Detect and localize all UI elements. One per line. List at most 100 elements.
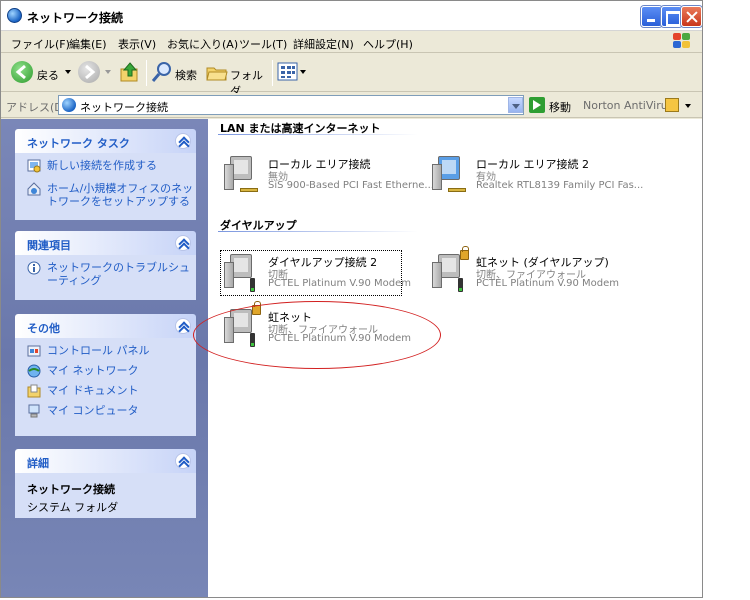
network-tasks-title: ネットワーク タスク bbox=[27, 137, 130, 150]
home-network-setup-link[interactable]: ホーム/小規模オフィスのネットワークをセットアップする bbox=[15, 182, 196, 208]
maximize-button[interactable] bbox=[661, 6, 682, 27]
firewall-lock-icon bbox=[460, 246, 469, 260]
task-pane: ネットワーク タスク 新しい接続を作成する ホーム/小規模オフィスのネットワーク… bbox=[1, 119, 208, 597]
search-button[interactable]: 検索 bbox=[151, 61, 201, 85]
windows-logo-icon bbox=[673, 33, 691, 50]
menu-help[interactable]: ヘルプ(H) bbox=[363, 36, 413, 52]
connection-device: PCTEL Platinum V.90 Modem bbox=[476, 278, 620, 289]
create-connection-link[interactable]: 新しい接続を作成する bbox=[15, 159, 196, 179]
dialup-firewall-computer-icon bbox=[430, 246, 470, 294]
back-dropdown-icon[interactable] bbox=[65, 70, 71, 74]
control-panel-label: コントロール パネル bbox=[47, 344, 150, 357]
lan-connection-item[interactable]: ローカル エリア接続 無効 SiS 900-Based PCI Fast Eth… bbox=[222, 154, 434, 196]
my-computer-link[interactable]: マイ コンピュータ bbox=[15, 404, 196, 424]
toolbar: 戻る 検索 フォルダ bbox=[1, 54, 702, 98]
dialup-firewall-computer-icon bbox=[222, 301, 262, 349]
connection-device: PCTEL Platinum V.90 Modem bbox=[268, 333, 412, 344]
address-value: ネットワーク接続 bbox=[80, 101, 168, 114]
collapse-chevron-icon[interactable] bbox=[175, 133, 191, 149]
details-header[interactable]: 詳細 bbox=[15, 449, 196, 473]
other-places-title: その他 bbox=[27, 322, 60, 335]
other-places-header[interactable]: その他 bbox=[15, 314, 196, 338]
up-folder-button[interactable] bbox=[119, 61, 141, 85]
my-network-label: マイ ネットワーク bbox=[47, 364, 139, 377]
connections-list: LAN または高速インターネット ローカル エリア接続 無効 SiS 900-B… bbox=[208, 119, 702, 597]
network-tasks-body: 新しい接続を作成する ホーム/小規模オフィスのネットワークをセットアップする bbox=[15, 153, 196, 220]
toolbar-separator bbox=[272, 60, 273, 86]
dialup-computer-icon bbox=[222, 252, 262, 294]
network-tasks-header[interactable]: ネットワーク タスク bbox=[15, 129, 196, 153]
views-icon bbox=[277, 62, 298, 81]
menu-favorites[interactable]: お気に入り(A) bbox=[167, 36, 238, 52]
details-name: ネットワーク接続 bbox=[27, 483, 115, 496]
menu-advanced[interactable]: 詳細設定(N) bbox=[293, 36, 354, 52]
minimize-button[interactable] bbox=[641, 6, 662, 27]
go-button[interactable]: 移動 bbox=[549, 99, 571, 115]
troubleshooting-label: ネットワークのトラブルシューティング bbox=[47, 261, 190, 287]
create-connection-label: 新しい接続を作成する bbox=[47, 159, 157, 172]
menu-tools[interactable]: ツール(T) bbox=[239, 36, 287, 52]
search-label: 検索 bbox=[175, 69, 197, 82]
related-panel: 関連項目 ネットワークのトラブルシューティング bbox=[15, 231, 196, 300]
toolbar-separator bbox=[146, 60, 147, 86]
window-title: ネットワーク接続 bbox=[27, 11, 124, 25]
up-folder-icon bbox=[120, 62, 138, 82]
forward-button[interactable] bbox=[78, 61, 114, 85]
lan-computer-icon bbox=[222, 154, 262, 196]
forward-dropdown-icon[interactable] bbox=[105, 70, 111, 74]
collapse-chevron-icon[interactable] bbox=[175, 318, 191, 334]
norton-antivirus-label: Norton AntiVirus bbox=[583, 99, 674, 112]
menu-view[interactable]: 表示(V) bbox=[118, 36, 156, 52]
folders-icon bbox=[206, 67, 228, 81]
title-bar[interactable]: ネットワーク接続 bbox=[1, 1, 702, 31]
views-button[interactable] bbox=[277, 61, 307, 85]
folders-button[interactable]: フォルダ bbox=[206, 61, 268, 98]
collapse-chevron-icon[interactable] bbox=[175, 453, 191, 469]
lan-connection-item[interactable]: ローカル エリア接続 2 有効 Realtek RTL8139 Family P… bbox=[430, 154, 643, 196]
back-arrow-icon bbox=[11, 61, 33, 83]
close-button[interactable] bbox=[681, 6, 702, 27]
back-button[interactable]: 戻る bbox=[11, 61, 73, 85]
home-network-setup-label: ホーム/小規模オフィスのネットワークをセットアップする bbox=[47, 182, 194, 208]
window: ネットワーク接続 ファイル(F) 編集(E) 表示(V) お気に入り(A) ツー… bbox=[0, 0, 703, 598]
my-documents-link[interactable]: マイ ドキュメント bbox=[15, 384, 196, 404]
go-arrow-icon[interactable] bbox=[529, 97, 545, 113]
details-body: ネットワーク接続 システム フォルダ bbox=[15, 473, 196, 518]
menu-edit[interactable]: 編集(E) bbox=[69, 36, 107, 52]
forward-arrow-icon bbox=[78, 61, 100, 83]
connection-device: SiS 900-Based PCI Fast Etherne... bbox=[268, 180, 434, 191]
firewall-lock-icon bbox=[252, 301, 261, 315]
network-globe-icon bbox=[7, 8, 22, 23]
address-input[interactable]: ネットワーク接続 bbox=[58, 95, 524, 115]
new-connection-icon bbox=[27, 159, 41, 173]
norton-antivirus-icon[interactable] bbox=[665, 98, 679, 112]
info-icon bbox=[27, 261, 41, 275]
address-dropdown-button[interactable] bbox=[508, 97, 523, 113]
related-body: ネットワークのトラブルシューティング bbox=[15, 255, 196, 300]
collapse-chevron-icon[interactable] bbox=[175, 235, 191, 251]
control-panel-link[interactable]: コントロール パネル bbox=[15, 344, 196, 364]
group-divider bbox=[218, 231, 418, 232]
network-globe-icon bbox=[62, 98, 76, 112]
dialup-connection-item[interactable]: 虹ネット 切断、ファイアウォール PCTEL Platinum V.90 Mod… bbox=[222, 301, 422, 349]
details-title: 詳細 bbox=[27, 457, 49, 470]
norton-dropdown-icon[interactable] bbox=[685, 104, 691, 108]
views-dropdown-icon[interactable] bbox=[300, 70, 306, 74]
menu-file[interactable]: ファイル(F) bbox=[11, 36, 70, 52]
other-places-panel: その他 コントロール パネル マイ ネットワーク マイ ドキュメント マイ コン… bbox=[15, 314, 196, 436]
related-header[interactable]: 関連項目 bbox=[15, 231, 196, 255]
my-network-link[interactable]: マイ ネットワーク bbox=[15, 364, 196, 384]
group-divider bbox=[218, 134, 418, 135]
my-computer-icon bbox=[27, 404, 41, 418]
details-subtitle: システム フォルダ bbox=[27, 501, 119, 514]
lan-computer-icon bbox=[430, 154, 470, 196]
dialup-connection-item[interactable]: ダイヤルアップ接続 2 切断 PCTEL Platinum V.90 Modem bbox=[220, 250, 411, 296]
control-panel-icon bbox=[27, 344, 41, 358]
search-icon bbox=[151, 62, 171, 82]
dialup-connection-item[interactable]: 虹ネット (ダイヤルアップ) 切断、ファイアウォール PCTEL Platinu… bbox=[430, 246, 630, 294]
my-computer-label: マイ コンピュータ bbox=[47, 404, 139, 417]
related-title: 関連項目 bbox=[27, 239, 71, 252]
troubleshooting-link[interactable]: ネットワークのトラブルシューティング bbox=[15, 261, 196, 287]
back-label: 戻る bbox=[37, 69, 59, 82]
my-documents-label: マイ ドキュメント bbox=[47, 384, 139, 397]
